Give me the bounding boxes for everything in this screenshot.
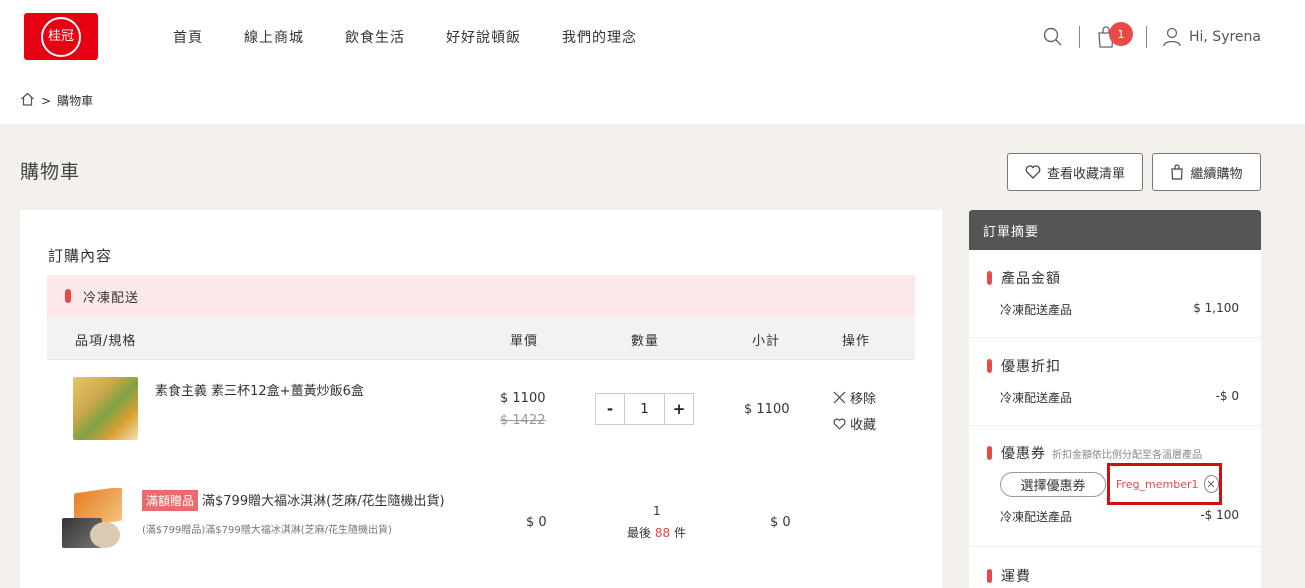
nav-shop[interactable]: 線上商城: [244, 27, 304, 47]
table-header: 品項/規格 單價 數量 小計 操作: [47, 317, 915, 360]
accent-bar: [987, 446, 992, 460]
remove-coupon-icon[interactable]: [1203, 475, 1219, 493]
brand-logo[interactable]: 桂冠: [24, 13, 98, 60]
nav-food-life[interactable]: 飲食生活: [345, 27, 405, 47]
summary-shipping: 運費: [969, 547, 1261, 588]
col-item: 品項/規格: [75, 334, 137, 349]
subtotal: $ 1100: [744, 402, 790, 417]
favorite-button[interactable]: 收藏: [833, 414, 876, 433]
heart-icon: [1025, 165, 1041, 179]
order-summary: 訂單摘要 產品金額 冷凍配送產品 $ 1,100 優惠折扣 冷凍配送產品 -$ …: [969, 210, 1261, 588]
shipping-group-label: 冷凍配送: [83, 290, 140, 306]
order-card: 訂購內容 冷凍配送 品項/規格 單價 數量 小計 操作 素食主義 素三杯12盒+…: [20, 210, 942, 588]
gift-quantity: 1: [653, 504, 661, 518]
summary-product-amount: 產品金額 冷凍配送產品 $ 1,100: [969, 250, 1261, 338]
product-image[interactable]: [73, 377, 138, 440]
quantity-stepper: - 1 +: [595, 393, 694, 425]
stock-suffix: 件: [673, 526, 686, 540]
continue-shopping-button[interactable]: 繼續購物: [1152, 153, 1261, 191]
select-coupon-button[interactable]: 選擇優惠券: [1000, 472, 1106, 497]
shipping-title: 運費: [1001, 569, 1031, 585]
coupon-title: 優惠券: [1001, 446, 1046, 462]
remove-label: 移除: [850, 392, 877, 407]
heart-icon: [833, 418, 846, 430]
coupon-code: Freg_member1: [1116, 477, 1199, 491]
row-label: 冷凍配送產品: [1000, 303, 1073, 317]
section-title: 優惠券 折扣金額依比例分配至各溫層產品: [987, 443, 1202, 463]
shipping-group-header: 冷凍配送: [47, 275, 915, 317]
view-favorites-label: 查看收藏清單: [1046, 166, 1125, 182]
stock-note: 最後 88 件: [627, 524, 686, 541]
breadcrumb-separator: >: [41, 93, 52, 108]
accent-bar: [987, 271, 992, 285]
section-title: 優惠折扣: [987, 356, 1061, 376]
col-quantity: 數量: [631, 334, 660, 349]
applied-coupon: Freg_member1: [1107, 463, 1222, 505]
view-favorites-button[interactable]: 查看收藏清單: [1007, 153, 1143, 191]
breadcrumb: > 購物車: [20, 92, 93, 109]
user-icon[interactable]: [1163, 27, 1181, 47]
stock-prefix: 最後: [627, 526, 652, 540]
col-unit-price: 單價: [510, 334, 539, 349]
accent-bar: [987, 569, 992, 583]
main-nav: 首頁 線上商城 飲食生活 好好說頓飯 我們的理念: [173, 27, 678, 47]
order-title: 訂購內容: [48, 247, 113, 265]
divider: [1145, 26, 1147, 48]
accent-bar: [987, 359, 992, 373]
row-value: $ 1,100: [1193, 301, 1239, 315]
row-label: 冷凍配送產品: [1000, 510, 1073, 524]
row-value: -$ 0: [1215, 389, 1239, 403]
summary-title: 訂單摘要: [969, 210, 1261, 250]
gift-product-image[interactable]: [60, 488, 125, 553]
quantity-input[interactable]: 1: [624, 394, 665, 424]
unit-price: $ 0: [526, 515, 547, 530]
gift-product-sub: (滿$799贈品)滿$799贈大福冰淇淋(芝麻/花生隨機出貨): [142, 525, 392, 536]
search-icon[interactable]: [1043, 27, 1063, 47]
divider: [1078, 26, 1080, 48]
unit-price: $ 1100: [500, 391, 546, 406]
site-header: 桂冠 首頁 線上商城 飲食生活 好好說頓飯 我們的理念 1 Hi, Syrena: [0, 0, 1305, 75]
gift-tag: 滿額贈品: [142, 490, 199, 511]
increase-button[interactable]: +: [665, 394, 693, 424]
product-name[interactable]: 素食主義 素三杯12盒+薑黃炒飯6盒: [155, 380, 364, 399]
nav-philosophy[interactable]: 我們的理念: [562, 27, 637, 47]
subtotal: $ 0: [770, 515, 791, 530]
nav-home[interactable]: 首頁: [173, 27, 203, 47]
row-value: -$ 100: [1200, 508, 1239, 522]
cart-button[interactable]: 1: [1096, 22, 1133, 48]
home-icon[interactable]: [20, 92, 35, 109]
row-label: 冷凍配送產品: [1000, 391, 1073, 405]
col-subtotal: 小計: [752, 334, 781, 349]
close-icon: [833, 391, 846, 404]
stock-count: 88: [654, 526, 671, 540]
original-price: $ 1422: [500, 413, 546, 428]
header-actions: 1 Hi, Syrena: [1043, 22, 1261, 51]
accent-bar: [65, 289, 71, 303]
logo-text: 桂冠: [47, 29, 74, 44]
breadcrumb-current: 購物車: [57, 94, 94, 108]
discount-title: 優惠折扣: [1001, 359, 1061, 375]
shopping-bag-icon: [1171, 164, 1184, 180]
gift-name-text: 滿$799贈大福冰淇淋(芝麻/花生隨機出貨): [202, 494, 445, 509]
col-actions: 操作: [842, 334, 871, 349]
section-title: 運費: [987, 566, 1031, 586]
coupon-note: 折扣金額依比例分配至各溫層產品: [1052, 449, 1202, 461]
user-greeting[interactable]: Hi, Syrena: [1189, 29, 1261, 45]
gift-product-name[interactable]: 滿額贈品 滿$799贈大福冰淇淋(芝麻/花生隨機出貨): [142, 490, 445, 511]
product-amount-title: 產品金額: [1001, 271, 1061, 287]
continue-shopping-label: 繼續購物: [1190, 166, 1243, 182]
package-graphic: [90, 522, 120, 548]
page-title: 購物車: [20, 161, 81, 183]
cart-count-badge: 1: [1108, 22, 1133, 46]
remove-button[interactable]: 移除: [833, 388, 876, 407]
logo-emblem: 桂冠: [41, 16, 81, 57]
summary-discount: 優惠折扣 冷凍配送產品 -$ 0: [969, 338, 1261, 426]
decrease-button[interactable]: -: [596, 394, 624, 424]
favorite-label: 收藏: [850, 418, 877, 433]
section-title: 產品金額: [987, 268, 1061, 288]
nav-meal[interactable]: 好好說頓飯: [446, 27, 521, 47]
